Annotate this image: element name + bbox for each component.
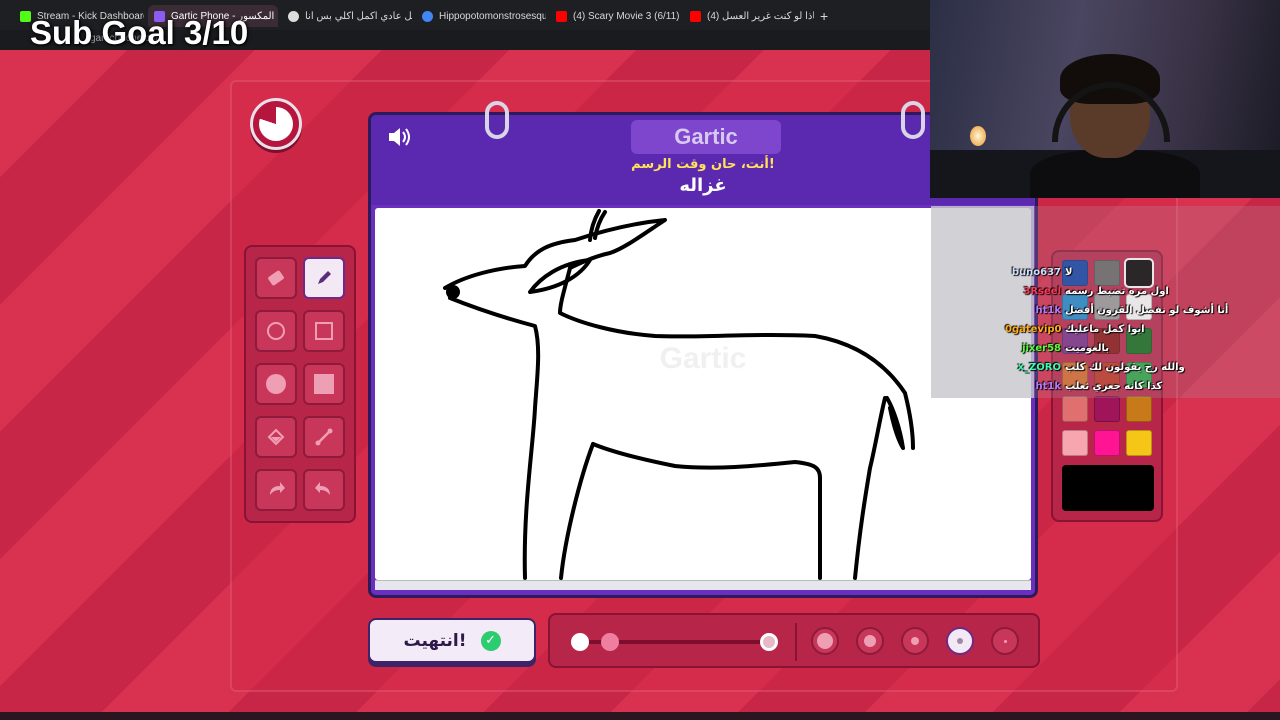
divider (795, 623, 797, 661)
bottom-strip (0, 712, 1280, 720)
chat-username: x_ZORO (1017, 362, 1061, 373)
tools-panel (244, 245, 356, 523)
brush-size-3[interactable] (901, 627, 929, 655)
tab-label: (4) Scary Movie 3 (6/11) M (573, 10, 680, 22)
chat-username: 3Rseel (1023, 286, 1061, 297)
globe-favicon-icon (288, 10, 299, 22)
chat-message: jixer58 بالغوميت (1005, 339, 1275, 358)
chat-message: 0gatevip0 ايوا كمل ماعليك (1005, 320, 1275, 339)
square-outline-icon (315, 322, 333, 340)
color-swatch[interactable] (1126, 430, 1152, 456)
color-swatch[interactable] (1094, 396, 1120, 422)
opacity-mid-icon (601, 633, 619, 651)
google-favicon-icon (422, 10, 433, 22)
tab-google-search[interactable]: Hippopotomonstrosesquip (416, 5, 546, 27)
chat-message: 3Rseel اول مره تضبط رسمه (1005, 282, 1275, 301)
undo-tool[interactable] (255, 469, 297, 511)
opacity-min-icon (571, 633, 589, 651)
done-label: انتهيت! (403, 630, 467, 651)
line-icon (315, 428, 333, 446)
chat-message: ht1k أنا أشوف لو نفصل القرون أفضل (1005, 301, 1275, 320)
tab-label: Hippopotomonstrosesquip (439, 10, 546, 22)
fill-bucket-tool[interactable] (255, 416, 297, 458)
chat-username: ht1k (1035, 305, 1061, 316)
youtube-favicon-icon (690, 10, 701, 22)
plus-icon: + (820, 8, 829, 24)
opacity-slider-handle[interactable] (760, 633, 778, 651)
chat-text: أنا أشوف لو نفصل القرون أفضل (1065, 305, 1229, 316)
color-swatch[interactable] (1126, 396, 1152, 422)
timer-icon (259, 107, 293, 141)
chat-message: ht1k كذا كانه جعري ثعلب (1005, 377, 1275, 396)
brush-size-4[interactable] (946, 627, 974, 655)
brush-size-5[interactable] (991, 627, 1019, 655)
chat-username: ht1k (1035, 381, 1061, 392)
chat-text: اول مره تضبط رسمه (1065, 286, 1169, 297)
done-button[interactable]: انتهيت! ✓ (368, 618, 536, 663)
current-color-preview (1062, 465, 1154, 511)
brush-settings-bar (548, 613, 1040, 668)
binder-ring-left (485, 101, 509, 139)
color-swatch[interactable] (1062, 396, 1088, 422)
watermark-gartic: Gartic (660, 342, 747, 375)
chat-username: buno637 (1011, 267, 1061, 278)
brush-size-1[interactable] (811, 627, 839, 655)
brush-dot-icon (1003, 639, 1007, 643)
color-swatch[interactable] (1094, 430, 1120, 456)
redo-icon (315, 482, 330, 495)
chat-text: والله رح يقولون لك كلب (1065, 362, 1185, 373)
chat-text: بالغوميت (1065, 343, 1110, 354)
brush-dot-icon (911, 637, 919, 645)
speaker-icon[interactable] (385, 123, 415, 153)
tab-label: هل عادي اكمل اكلي بس انا ... (305, 10, 412, 22)
chat-text: كذا كانه جعري ثعلب (1065, 381, 1163, 392)
chat-username: 0gatevip0 (1005, 324, 1062, 335)
square-filled-icon (314, 374, 334, 394)
chat-message: x_ZORO والله رح يقولون لك كلب (1005, 358, 1275, 377)
eraser-tool[interactable] (255, 257, 297, 299)
tab-label: (4) ماذا لو كنت غرير العسل (707, 10, 814, 22)
redo-tool[interactable] (303, 469, 345, 511)
tab-youtube-badger[interactable]: (4) ماذا لو كنت غرير العسل (684, 5, 814, 27)
pen-tool[interactable] (303, 257, 345, 299)
new-tab-button[interactable]: + (814, 5, 834, 27)
chat-username: jixer58 (1022, 343, 1061, 354)
sub-goal-overlay: Sub Goal 3/10 (30, 14, 249, 51)
ellipse-outline-tool[interactable] (255, 310, 297, 352)
chat-text: لا (1065, 267, 1073, 278)
webcam-overlay (930, 0, 1280, 198)
canvas-page-edge (375, 580, 1031, 590)
timer (250, 98, 302, 150)
bucket-icon (267, 428, 285, 446)
tab-youtube-scary-movie[interactable]: (4) Scary Movie 3 (6/11) M (550, 5, 680, 27)
rectangle-outline-tool[interactable] (303, 310, 345, 352)
undo-icon (270, 482, 285, 495)
rectangle-fill-tool[interactable] (303, 363, 345, 405)
chat-overlay: buno637 لا 3Rseel اول مره تضبط رسمه ht1k أنا … (1005, 263, 1275, 396)
chat-text: ايوا كمل ماعليك (1065, 324, 1145, 335)
check-icon: ✓ (480, 630, 501, 651)
binder-ring-right (901, 101, 925, 139)
lamp (970, 126, 986, 146)
chat-message: buno637 لا (1005, 263, 1275, 282)
gartic-logo: Gartic (631, 120, 781, 154)
ellipse-fill-tool[interactable] (255, 363, 297, 405)
youtube-favicon-icon (556, 10, 567, 22)
brush-dot-icon (864, 635, 876, 647)
brush-dot-icon (957, 638, 963, 644)
brush-dot-icon (817, 633, 833, 649)
brush-size-2[interactable] (856, 627, 884, 655)
eraser-icon (268, 270, 284, 286)
tab-question[interactable]: هل عادي اكمل اكلي بس انا ... (282, 5, 412, 27)
line-tool[interactable] (303, 416, 345, 458)
pencil-icon (318, 271, 331, 284)
color-swatch[interactable] (1062, 430, 1088, 456)
circle-filled-icon (266, 374, 286, 394)
circle-outline-icon (267, 322, 285, 340)
